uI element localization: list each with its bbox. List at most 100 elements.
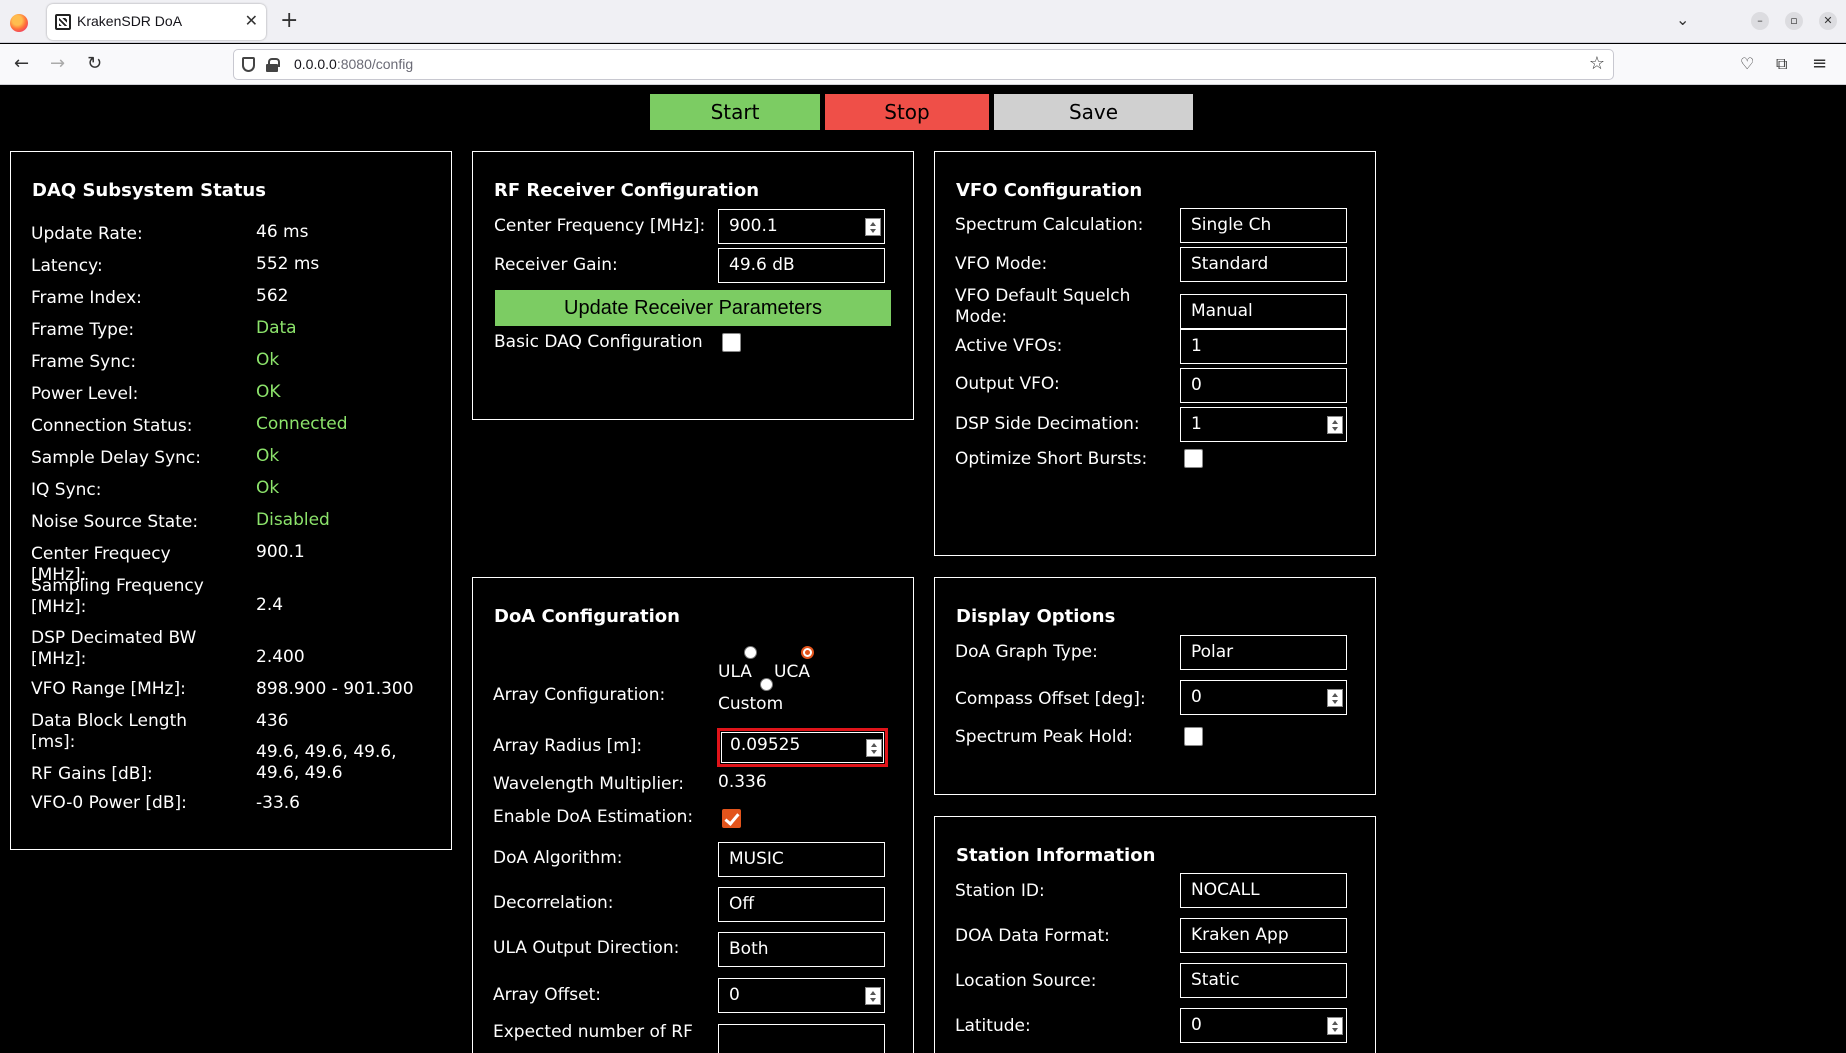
compass-offset-value: 0 [1191, 687, 1202, 707]
extensions-icon[interactable]: ⧉ [1776, 54, 1787, 74]
compass-offset-input[interactable]: 0 [1180, 680, 1347, 715]
decorrelation-label: Decorrelation: [493, 893, 614, 913]
array-offset-input[interactable]: 0 [718, 978, 885, 1013]
chevron-down-icon[interactable]: ⌄ [1676, 10, 1689, 29]
address-bar[interactable]: 0.0.0.0:8080/config ☆ [233, 49, 1614, 80]
minimize-icon[interactable]: – [1751, 12, 1769, 30]
location-source-select[interactable]: Static [1180, 963, 1347, 998]
close-tab-icon[interactable]: ✕ [245, 11, 258, 30]
station-info-card: Station Information Station ID: NOCALL D… [934, 816, 1376, 1053]
ula-output-direction-select[interactable]: Both [718, 932, 885, 967]
array-radius-label: Array Radius [m]: [493, 736, 643, 756]
display-options-title: Display Options [956, 606, 1116, 627]
daq-row-label: Frame Index: [31, 288, 142, 308]
decorrelation-select[interactable]: Off [718, 887, 885, 922]
radio-custom[interactable] [760, 678, 773, 691]
peak-hold-checkbox[interactable] [1184, 727, 1203, 746]
vfo-mode-select[interactable]: Standard [1180, 247, 1347, 282]
shield-icon[interactable] [242, 57, 255, 72]
radio-uca-label: UCA [774, 662, 810, 682]
receiver-gain-select[interactable]: 49.6 dB [718, 248, 885, 283]
doa-algorithm-select[interactable]: MUSIC [718, 842, 885, 877]
back-arrow-icon[interactable]: ← [14, 54, 29, 74]
daq-row-value: Data [256, 318, 297, 338]
active-vfos-label: Active VFOs: [955, 336, 1063, 356]
daq-row-label: DSP Decimated BW [MHz]: [31, 628, 197, 669]
bookmark-star-icon[interactable]: ☆ [1589, 53, 1605, 74]
spinner-icon[interactable] [865, 218, 881, 236]
optimize-bursts-label: Optimize Short Bursts: [955, 449, 1148, 469]
basic-daq-checkbox[interactable] [722, 333, 741, 352]
spinner-icon[interactable] [1327, 689, 1343, 707]
spinner-icon[interactable] [1327, 416, 1343, 434]
daq-row-label: Connection Status: [31, 416, 193, 436]
radio-ula[interactable] [744, 646, 757, 659]
stop-processing-button[interactable]: Stop Processing [825, 94, 989, 160]
daq-status-title: DAQ Subsystem Status [32, 180, 266, 201]
pocket-icon[interactable]: ♡ [1740, 54, 1754, 74]
dsp-decimation-input[interactable]: 1 [1180, 407, 1347, 442]
daq-row-value: Connected [256, 414, 348, 434]
squelch-mode-select[interactable]: Manual [1180, 294, 1347, 329]
vfo-mode-label: VFO Mode: [955, 254, 1048, 274]
start-processing-button[interactable]: Start Processing [650, 94, 820, 160]
daq-row-label: Latency: [31, 256, 103, 276]
latitude-value: 0 [1191, 1015, 1202, 1035]
insecure-lock-icon[interactable] [266, 58, 280, 72]
spinner-icon[interactable] [1327, 1017, 1343, 1035]
daq-row-value: 900.1 [256, 542, 305, 562]
expected-rf-input[interactable] [718, 1024, 885, 1053]
daq-row-value: 898.900 - 901.300 [256, 679, 414, 699]
firefox-logo-icon [10, 14, 28, 32]
spinner-icon[interactable] [866, 739, 882, 757]
vfo-config-card: VFO Configuration Spectrum Calculation: … [934, 151, 1376, 556]
daq-row-value: 552 ms [256, 254, 320, 274]
doa-algorithm-label: DoA Algorithm: [493, 848, 623, 868]
radio-custom-label: Custom [718, 694, 784, 714]
daq-row-value: 562 [256, 286, 289, 306]
daq-row-label: VFO-0 Power [dB]: [31, 793, 187, 813]
url-text[interactable]: 0.0.0.0:8080/config [294, 56, 413, 72]
center-frequency-input[interactable]: 900.1 [718, 209, 885, 244]
optimize-bursts-checkbox[interactable] [1184, 449, 1203, 468]
daq-row-value: Ok [256, 350, 280, 370]
url-host: 0.0.0.0 [294, 56, 337, 72]
center-frequency-label: Center Frequency [MHz]: [494, 216, 706, 236]
enable-doa-label: Enable DoA Estimation: [493, 807, 694, 827]
spinner-icon[interactable] [865, 987, 881, 1005]
doa-config-card: DoA Configuration ULA UCA Array Configur… [472, 577, 914, 1053]
enable-doa-checkbox[interactable] [722, 809, 741, 828]
latitude-input[interactable]: 0 [1180, 1008, 1347, 1043]
station-id-input[interactable]: NOCALL [1180, 873, 1347, 908]
daq-row-value: 2.400 [256, 647, 305, 667]
daq-row-label: Data Block Length [ms]: [31, 711, 188, 752]
active-vfos-select[interactable]: 1 [1180, 329, 1347, 364]
doa-data-format-label: DOA Data Format: [955, 926, 1110, 946]
restore-icon[interactable]: ▫ [1785, 12, 1803, 30]
array-radius-input[interactable]: 0.09525 [717, 728, 888, 767]
graph-type-select[interactable]: Polar [1180, 635, 1347, 670]
daq-row-label: IQ Sync: [31, 480, 102, 500]
close-window-icon[interactable]: ✕ [1819, 12, 1837, 30]
daq-row-label: Frame Sync: [31, 352, 137, 372]
update-receiver-parameters-button[interactable]: Update Receiver Parameters [495, 290, 891, 326]
daq-row-value: 2.4 [256, 595, 284, 615]
station-info-title: Station Information [956, 845, 1156, 866]
browser-tab[interactable]: KrakenSDR DoA ✕ [47, 4, 266, 40]
hamburger-menu-icon[interactable]: ≡ [1812, 54, 1827, 74]
daq-row-value: -33.6 [256, 793, 300, 813]
forward-arrow-icon[interactable]: → [50, 54, 65, 74]
compass-offset-label: Compass Offset [deg]: [955, 689, 1146, 709]
output-vfo-select[interactable]: 0 [1180, 368, 1347, 403]
new-tab-icon[interactable]: + [280, 8, 298, 33]
wavelength-multiplier-label: Wavelength Multiplier: [493, 774, 684, 794]
reload-icon[interactable]: ↻ [87, 54, 102, 74]
save-configuration-button[interactable]: Save Configuration [994, 94, 1193, 160]
spectrum-calculation-label: Spectrum Calculation: [955, 215, 1144, 235]
doa-data-format-select[interactable]: Kraken App [1180, 918, 1347, 953]
daq-row-label: RF Gains [dB]: [31, 764, 153, 784]
daq-row-value: 436 [256, 711, 289, 731]
array-offset-label: Array Offset: [493, 985, 601, 1005]
spectrum-calculation-select[interactable]: Single Ch [1180, 208, 1347, 243]
radio-uca[interactable] [801, 646, 814, 659]
